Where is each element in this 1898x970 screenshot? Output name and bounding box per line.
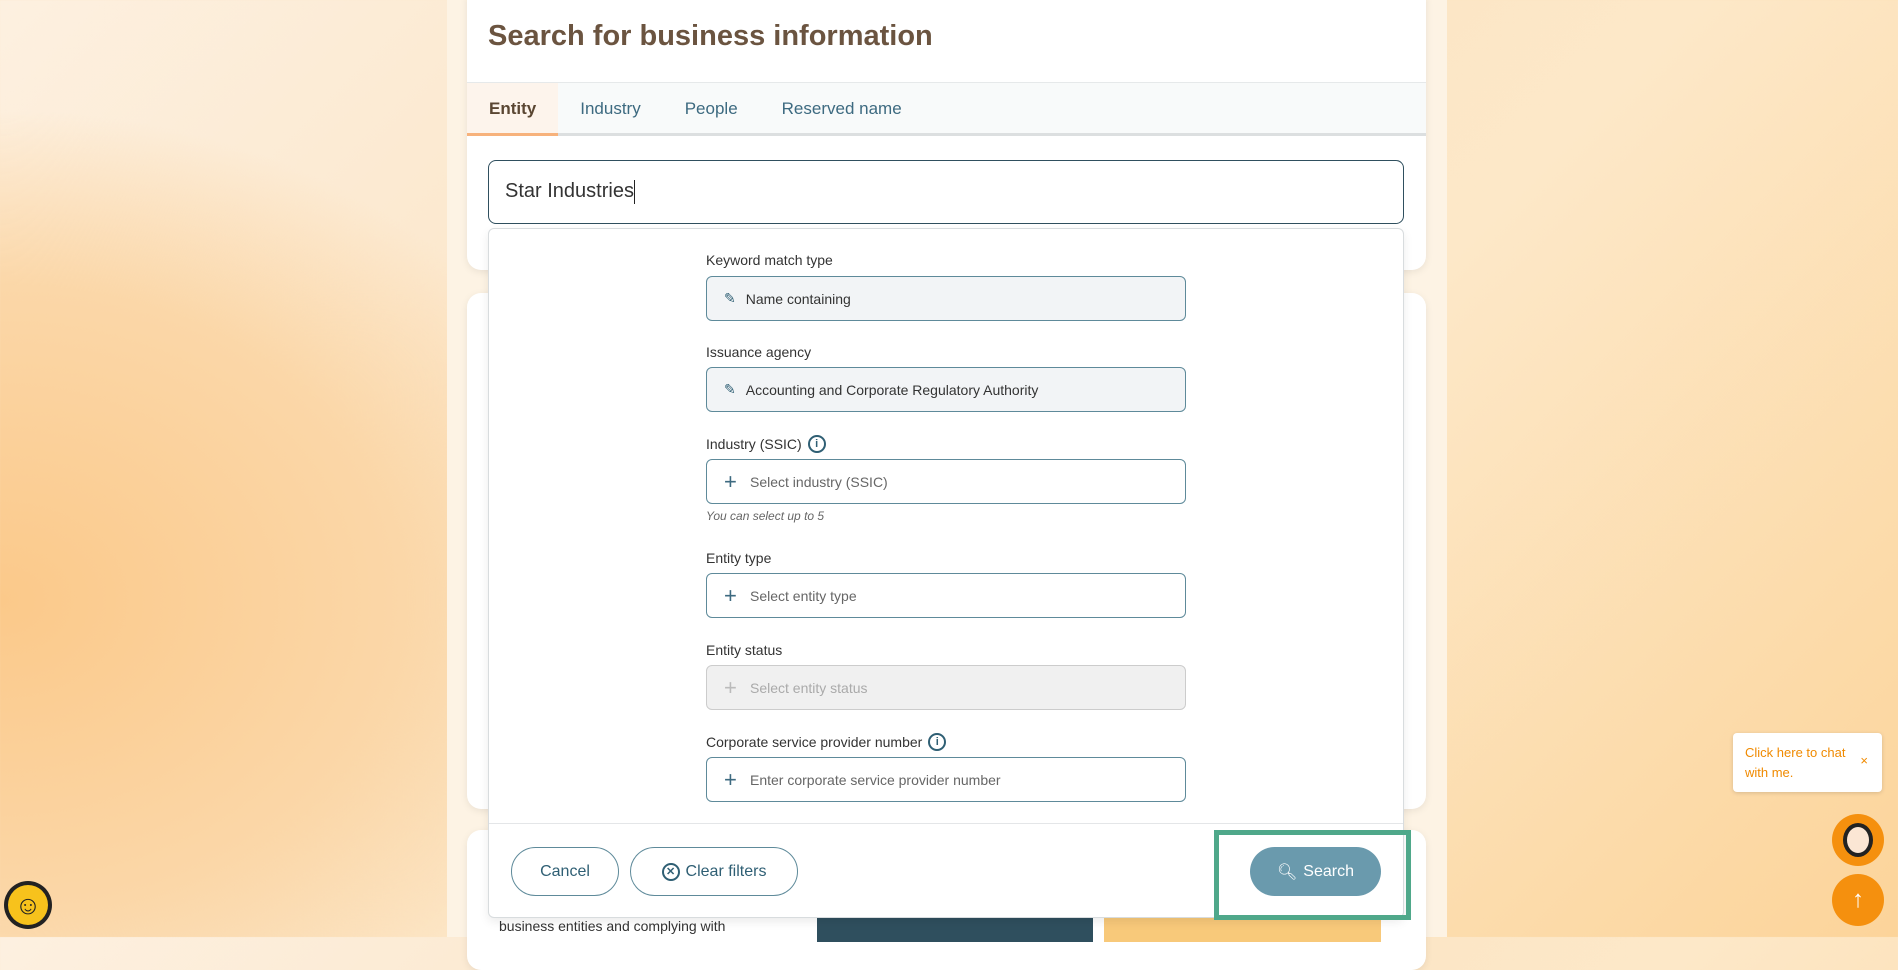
industry-field[interactable]: + Select industry (SSIC): [706, 459, 1186, 504]
industry-hint: You can select up to 5: [706, 509, 825, 523]
tab-entity[interactable]: Entity: [467, 83, 559, 136]
search-input[interactable]: Star Industries: [488, 160, 1404, 224]
close-icon[interactable]: ×: [1860, 751, 1868, 771]
search-tabs: Entity Industry People Reserved name: [467, 82, 1426, 136]
footer-divider: [489, 823, 1403, 824]
csp-field[interactable]: + Enter corporate service provider number: [706, 757, 1186, 802]
plus-icon: +: [724, 766, 737, 792]
info-icon[interactable]: i: [928, 733, 947, 751]
chat-avatar-button[interactable]: [1832, 814, 1884, 866]
csp-label: Corporate service provider number i: [706, 733, 947, 751]
tab-people[interactable]: People: [663, 83, 760, 133]
text-caret: [633, 179, 635, 204]
entity-type-field[interactable]: + Select entity type: [706, 573, 1186, 618]
search-input-value: Star Industries: [505, 180, 634, 202]
entity-status-field: + Select entity status: [706, 665, 1186, 710]
plus-icon: +: [724, 674, 737, 700]
chat-prompt[interactable]: Click here to chat with me. ×: [1733, 733, 1882, 792]
plus-icon: +: [724, 468, 737, 494]
scroll-top-button[interactable]: ↑: [1832, 874, 1884, 926]
feedback-button[interactable]: ☺: [4, 881, 52, 929]
page-title: Search for business information: [488, 20, 933, 52]
arrow-up-icon: ↑: [1852, 886, 1864, 913]
card-description: business entities and complying with: [499, 918, 726, 934]
smiley-icon: ☺: [8, 885, 48, 925]
plus-icon: +: [724, 582, 737, 608]
cancel-button[interactable]: Cancel: [511, 847, 619, 896]
pencil-icon: ✎: [724, 290, 736, 306]
industry-label: Industry (SSIC) i: [706, 435, 826, 453]
tab-industry[interactable]: Industry: [558, 83, 662, 133]
issuance-agency-label: Issuance agency: [706, 344, 812, 360]
keyword-match-field[interactable]: ✎ Name containing: [706, 276, 1186, 321]
tab-reserved-name[interactable]: Reserved name: [760, 83, 924, 133]
close-circle-icon: ✕: [661, 862, 680, 881]
entity-type-label: Entity type: [706, 550, 772, 566]
info-icon[interactable]: i: [807, 435, 826, 453]
issuance-agency-field[interactable]: ✎ Accounting and Corporate Regulatory Aut…: [706, 367, 1186, 412]
clear-filters-button[interactable]: ✕ Clear filters: [630, 847, 798, 896]
entity-status-label: Entity status: [706, 642, 783, 658]
highlight-box: [1214, 830, 1411, 920]
keyword-match-label: Keyword match type: [706, 252, 833, 268]
pencil-icon: ✎: [724, 381, 736, 397]
avatar-icon: [1843, 823, 1873, 857]
